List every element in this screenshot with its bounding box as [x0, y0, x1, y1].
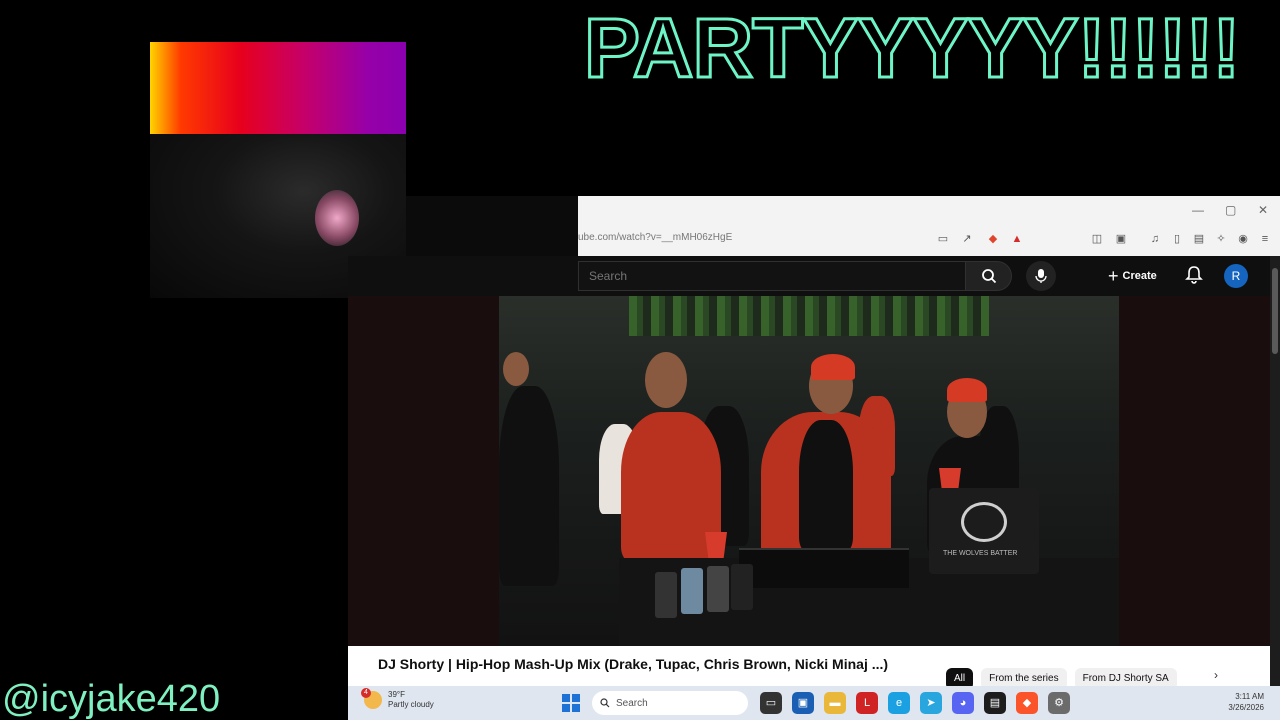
edge-icon[interactable]: e — [888, 692, 910, 714]
laptop-logo-icon — [961, 502, 1007, 542]
dj-controller — [739, 548, 909, 588]
rewards-icon[interactable]: ▲ — [1010, 232, 1024, 246]
close-button[interactable]: ✕ — [1258, 203, 1268, 217]
notifications-bell-icon[interactable] — [1184, 265, 1204, 285]
search-icon — [600, 698, 610, 708]
wallet-icon[interactable]: ▤ — [1192, 232, 1206, 246]
voice-search-button[interactable] — [1026, 261, 1056, 291]
menu-icon[interactable]: ≡ — [1258, 232, 1272, 246]
microphone-icon — [1035, 269, 1047, 283]
discord-icon[interactable]: ◕ — [952, 692, 974, 714]
settings-gear-icon[interactable]: ⚙ — [1048, 692, 1070, 714]
weather-temp: 39°F — [388, 690, 405, 699]
dj-center-shirt — [799, 420, 853, 550]
video-content[interactable]: THE WOLVES BATTER — [499, 296, 1119, 646]
page-scrollbar[interactable] — [1270, 256, 1280, 686]
search-icon — [981, 269, 996, 284]
video-player[interactable]: THE WOLVES BATTER — [348, 296, 1270, 646]
vpn-icon[interactable]: ◉ — [1236, 232, 1250, 246]
cast-icon[interactable]: ▭ — [936, 232, 950, 246]
weather-badge: 4 — [361, 688, 371, 698]
video-info: DJ Shorty | Hip-Hop Mash-Up Mix (Drake, … — [348, 646, 1270, 690]
reader-icon[interactable]: ▣ — [1114, 232, 1128, 246]
video-title: DJ Shorty | Hip-Hop Mash-Up Mix (Drake, … — [378, 656, 889, 672]
youtube-page: + Create R — [348, 256, 1280, 690]
drink-can — [731, 564, 753, 610]
dj-left-head — [645, 352, 687, 408]
dj-right-beanie — [947, 378, 987, 402]
maximize-button[interactable]: ▢ — [1225, 203, 1236, 217]
search-button[interactable] — [966, 261, 1012, 291]
app-icon[interactable]: ▣ — [792, 692, 814, 714]
brave-shield-icon[interactable]: ◆ — [986, 232, 1000, 246]
browser-window: — ▢ ✕ ube.com/watch?v=__mMH06zHgE ▭ ↗ ◆ … — [578, 196, 1280, 256]
taskbar-search[interactable]: Search — [592, 691, 748, 715]
weather-widget[interactable]: 4 39°F Partly cloudy — [361, 688, 434, 710]
drink-can — [707, 566, 729, 612]
hanging-plants — [629, 296, 989, 336]
search-box[interactable] — [578, 261, 966, 291]
taskbar-apps: ▭ ▣ ▬ L e ➤ ◕ ▤ ◆ ⚙ — [760, 692, 1070, 714]
search-input[interactable] — [579, 262, 965, 290]
drink-can — [655, 572, 677, 618]
plus-icon: + — [1108, 265, 1119, 286]
create-button[interactable]: + Create — [1108, 264, 1157, 288]
drink-can — [681, 568, 703, 614]
minimize-button[interactable]: — — [1192, 203, 1204, 217]
extension-icon[interactable]: ◫ — [1090, 232, 1104, 246]
telegram-icon[interactable]: ➤ — [920, 692, 942, 714]
system-clock[interactable]: 3:11 AM 3/26/2026 — [1228, 691, 1264, 713]
sidebar-icon[interactable]: ▯ — [1170, 232, 1184, 246]
webcam-glow — [315, 190, 359, 246]
weather-desc: Partly cloudy — [388, 700, 434, 709]
webcam-light-band — [150, 42, 406, 134]
weather-icon: 4 — [361, 688, 382, 709]
stream-title: PARTYYYYY!!!!!! — [582, 1, 1241, 95]
task-view-icon[interactable]: ▭ — [760, 692, 782, 714]
music-icon[interactable]: ♫ — [1148, 232, 1162, 246]
laptop: THE WOLVES BATTER — [929, 488, 1039, 574]
windows-taskbar: 4 39°F Partly cloudy Search ▭ ▣ ▬ L e ➤ … — [348, 686, 1280, 720]
leo-icon[interactable]: ✧ — [1214, 232, 1228, 246]
guest-left — [499, 386, 559, 586]
browser-titlebar: — ▢ ✕ — [578, 196, 1280, 226]
stream-canvas: PARTYYYYY!!!!!! — ▢ ✕ ube.com/watch?v=__… — [0, 0, 1280, 720]
taskbar-search-label: Search — [616, 697, 648, 709]
scrollbar-thumb[interactable] — [1272, 268, 1278, 354]
app-icon[interactable]: ▤ — [984, 692, 1006, 714]
clock-time: 3:11 AM — [1235, 692, 1264, 701]
streamer-handle: @icyjake420 — [2, 678, 221, 720]
address-bar[interactable]: ube.com/watch?v=__mMH06zHgE ▭ ↗ ◆ ▲ ◫ ▣ … — [578, 226, 1280, 254]
guest-left-head — [503, 352, 529, 386]
youtube-header: + Create R — [578, 256, 1270, 296]
account-avatar[interactable]: R — [1224, 264, 1248, 288]
laptop-label: THE WOLVES BATTER — [943, 550, 1018, 557]
chevron-right-icon[interactable]: › — [1214, 668, 1218, 682]
clock-date: 3/26/2026 — [1228, 703, 1264, 712]
app-l-icon[interactable]: L — [856, 692, 878, 714]
start-button[interactable] — [562, 694, 580, 712]
dj-center-cap — [811, 354, 855, 380]
share-icon[interactable]: ↗ — [960, 232, 974, 246]
brave-icon[interactable]: ◆ — [1016, 692, 1038, 714]
file-explorer-icon[interactable]: ▬ — [824, 692, 846, 714]
url-text[interactable]: ube.com/watch?v=__mMH06zHgE — [578, 232, 732, 243]
red-cup — [705, 532, 727, 558]
create-label: Create — [1122, 270, 1157, 282]
